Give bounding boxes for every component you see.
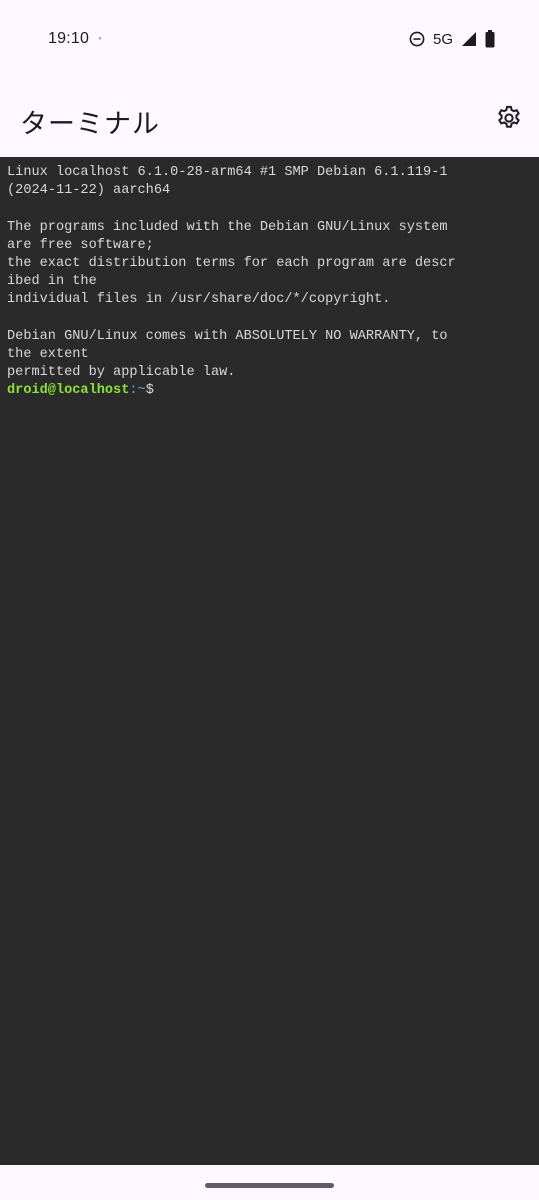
prompt-user: droid@localhost	[7, 383, 130, 399]
terminal-text: Linux localhost 6.1.0-28-arm64 #1 SMP De…	[7, 165, 456, 381]
page-title: ターミナル	[20, 109, 160, 140]
status-icons: 5G	[409, 30, 495, 48]
prompt-path: :~	[129, 383, 146, 399]
terminal-view[interactable]: Linux localhost 6.1.0-28-arm64 #1 SMP De…	[0, 157, 539, 1165]
prompt-symbol: $	[145, 383, 154, 399]
gear-icon	[498, 105, 520, 128]
status-time: 19:10	[48, 30, 90, 47]
terminal-output: Linux localhost 6.1.0-28-arm64 #1 SMP De…	[0, 157, 539, 401]
gesture-handle[interactable]	[205, 1183, 334, 1188]
navigation-bar	[0, 1165, 539, 1200]
status-bar: 19:10 ﾟ 5G	[0, 0, 539, 80]
app-bar: ターミナル	[0, 80, 539, 157]
battery-icon	[485, 30, 495, 48]
notification-indicator-icon: ﾟ	[99, 38, 104, 49]
settings-button[interactable]	[495, 104, 523, 132]
do-not-disturb-icon	[409, 31, 425, 47]
network-type: 5G	[432, 30, 453, 48]
cell-signal-icon	[461, 31, 477, 47]
